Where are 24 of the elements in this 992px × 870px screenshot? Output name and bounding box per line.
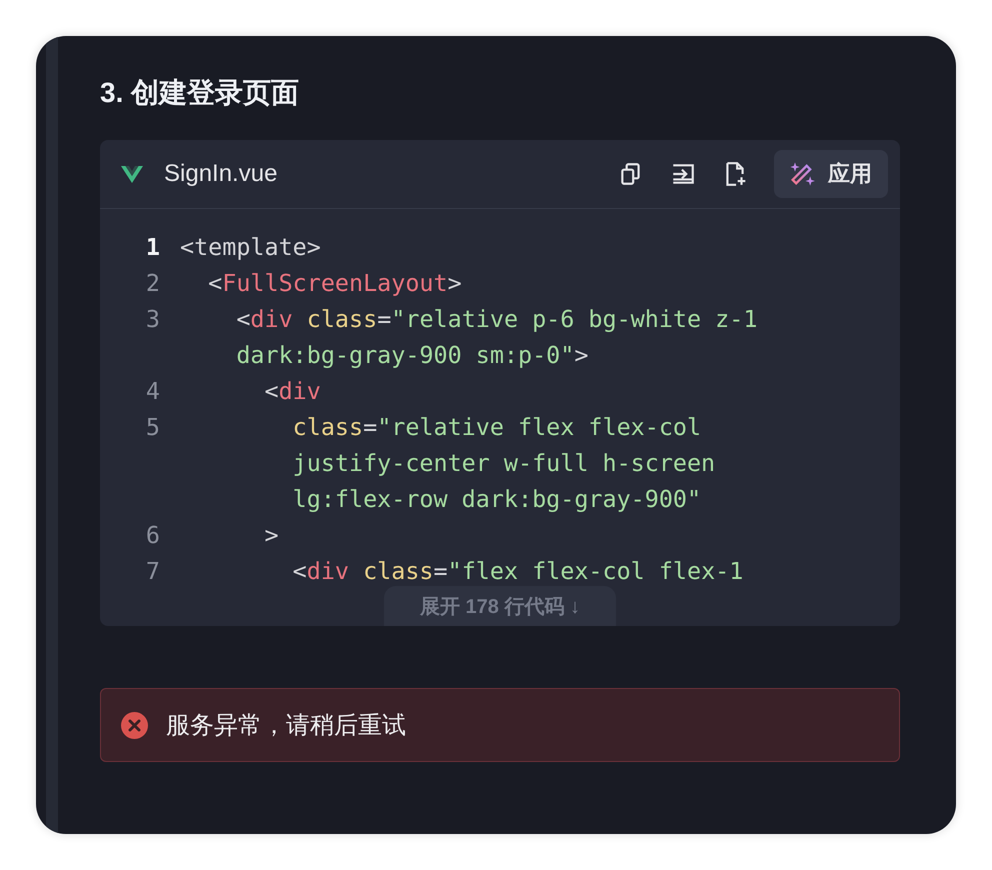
line-number: 4 [144,377,161,405]
line-number: 6 [144,521,161,549]
code-line: lg:flex-row dark:bg-gray-900" [292,485,702,513]
magic-wand-icon [788,160,816,188]
line-number: 7 [144,557,161,585]
code-line: <div [263,377,321,405]
code-line: justify-center w-full h-screen [292,449,716,477]
v-logo-icon [120,164,144,184]
code-line: <div class="flex flex-col flex-1 [292,557,744,585]
line-number: 2 [144,269,161,297]
code-line: dark:bg-gray-900 sm:p-0"> [235,341,588,369]
code-line: <div class="relative p-6 bg-white z-1 [235,305,758,333]
line-number: 1 [144,233,161,261]
file-name: SignIn.vue [164,160,278,188]
section-heading: 3. 创建登录页面 [100,76,300,110]
code-line: > [263,521,279,549]
error-message: 服务异常，请稍后重试 [166,711,406,741]
line-number: 5 [144,413,161,441]
code-line: <FullScreenLayout> [207,269,462,297]
line-number: 3 [144,305,161,333]
apply-button[interactable]: 应用 [774,150,888,198]
code-line: class="relative flex flex-col [292,413,702,441]
code-line: <template> [180,233,321,261]
error-icon [121,712,148,738]
